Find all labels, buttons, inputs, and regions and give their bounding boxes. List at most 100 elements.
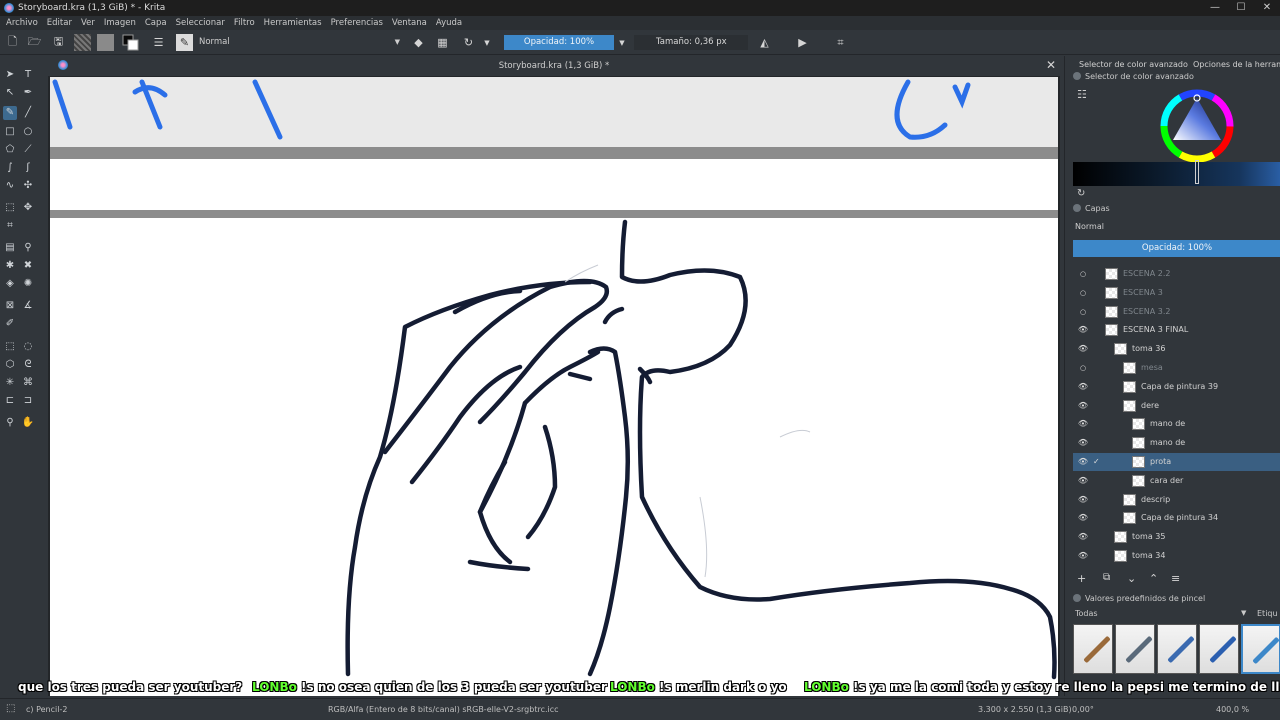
mirror-horizontal-icon[interactable]: ◭ bbox=[756, 34, 773, 51]
layers-opacity-slider[interactable]: Opacidad: 100% bbox=[1073, 240, 1280, 257]
select-shapes-icon[interactable]: ➤ bbox=[3, 68, 17, 82]
visibility-eye-icon[interactable]: 👁 bbox=[1077, 528, 1089, 546]
menu-ayuda[interactable]: Ayuda bbox=[436, 18, 462, 28]
menu-herramientas[interactable]: Herramientas bbox=[264, 18, 322, 28]
chevron-down-icon[interactable]: ▼ bbox=[482, 34, 492, 51]
layer-row[interactable]: 👁 toma 36 bbox=[1073, 340, 1280, 358]
brush-preset-icon[interactable]: ✎ bbox=[176, 34, 193, 51]
zoom-tool-icon[interactable]: ⚲ bbox=[3, 416, 17, 430]
move-tool-icon[interactable]: ✥ bbox=[21, 201, 35, 215]
menu-seleccionar[interactable]: Seleccionar bbox=[176, 18, 225, 28]
fg-bg-color-icon[interactable] bbox=[122, 34, 139, 51]
tab-tool-options[interactable]: Opciones de la herramienta bbox=[1193, 58, 1280, 72]
brush-preset[interactable] bbox=[1157, 624, 1197, 674]
layer-row[interactable]: ○ mesa bbox=[1073, 359, 1280, 377]
visibility-eye-icon[interactable]: 👁 bbox=[1077, 340, 1089, 358]
polygon-select-icon[interactable]: ⬡ bbox=[3, 358, 17, 372]
brush-filter-select[interactable]: Todas bbox=[1075, 609, 1098, 618]
line-tool-icon[interactable]: ╱ bbox=[21, 106, 35, 120]
color-wheel[interactable] bbox=[1157, 86, 1237, 166]
layer-row[interactable]: 👁 toma 34 bbox=[1073, 547, 1280, 565]
edit-shapes-icon[interactable]: ↖ bbox=[3, 86, 17, 100]
visibility-eye-icon[interactable]: 👁 bbox=[1077, 397, 1089, 415]
brush-preset-selected[interactable] bbox=[1241, 624, 1280, 674]
menu-filtro[interactable]: Filtro bbox=[234, 18, 255, 28]
visibility-eye-icon[interactable]: 👁 bbox=[1077, 415, 1089, 433]
visibility-eye-icon[interactable]: 👁 bbox=[1077, 434, 1089, 452]
hidden-layer-icon[interactable]: ○ bbox=[1077, 284, 1089, 302]
brush-preset[interactable] bbox=[1115, 624, 1155, 674]
eraser-icon[interactable]: ◆ bbox=[410, 34, 427, 51]
hidden-layer-icon[interactable]: ○ bbox=[1077, 265, 1089, 283]
fill-tool-icon[interactable]: ◈ bbox=[3, 277, 17, 291]
layer-row[interactable]: 👁 mano de bbox=[1073, 415, 1280, 433]
blend-mode-select[interactable]: Normal ▼ bbox=[196, 35, 404, 50]
menu-imagen[interactable]: Imagen bbox=[104, 18, 136, 28]
similar-select-icon[interactable]: ⌘ bbox=[21, 376, 35, 390]
menu-ver[interactable]: Ver bbox=[81, 18, 95, 28]
open-folder-icon[interactable]: 🗁 bbox=[26, 34, 43, 51]
layer-row[interactable]: 👁 toma 35 bbox=[1073, 528, 1280, 546]
reload-preset-icon[interactable]: ↻ bbox=[460, 34, 477, 51]
move-layer-up-button[interactable]: ⌃ bbox=[1149, 572, 1158, 585]
status-zoom[interactable]: 400,0 % bbox=[1216, 705, 1249, 714]
menu-archivo[interactable]: Archivo bbox=[6, 18, 38, 28]
mirror-vertical-icon[interactable]: ▶ bbox=[794, 34, 811, 51]
measure-tool-icon[interactable]: ∡ bbox=[21, 299, 35, 313]
dynamic-brush-icon[interactable]: ∿ bbox=[3, 179, 17, 193]
document-tab[interactable]: Storyboard.kra (1,3 GiB) * ✕ bbox=[48, 56, 1060, 76]
pattern-edit-icon[interactable]: ✺ bbox=[21, 277, 35, 291]
reference-images-icon[interactable]: ✐ bbox=[3, 317, 17, 331]
rectangle-tool-icon[interactable]: □ bbox=[3, 125, 17, 139]
visibility-eye-icon[interactable]: 👁 bbox=[1077, 509, 1089, 527]
polygon-tool-icon[interactable]: ⬠ bbox=[3, 143, 17, 157]
text-tool-icon[interactable]: T bbox=[21, 68, 35, 82]
new-document-icon[interactable]: 🗋 bbox=[4, 34, 21, 51]
menu-ventana[interactable]: Ventana bbox=[392, 18, 427, 28]
brush-settings-icon[interactable]: ☰ bbox=[150, 34, 167, 51]
layer-row[interactable]: ○ ESCENA 3.2 bbox=[1073, 303, 1280, 321]
brush-preset[interactable] bbox=[1199, 624, 1239, 674]
layers-blend-mode[interactable]: Normal bbox=[1075, 222, 1104, 231]
bezier-tool-icon[interactable]: ∫ bbox=[3, 161, 17, 175]
tab-advanced-color-selector[interactable]: Selector de color avanzado bbox=[1079, 58, 1188, 72]
freehand-brush-icon[interactable]: ✎ bbox=[3, 106, 17, 120]
color-gradient-strip[interactable] bbox=[1073, 162, 1280, 186]
opacity-slider[interactable]: Opacidad: 100% bbox=[504, 35, 614, 50]
close-window-button[interactable]: ✕ bbox=[1254, 0, 1280, 16]
status-color-space[interactable]: RGB/Alfa (Entero de 8 bits/canal) sRGB-e… bbox=[328, 705, 559, 714]
add-layer-button[interactable]: + bbox=[1077, 572, 1086, 585]
layer-row[interactable]: 👁 Capa de pintura 34 bbox=[1073, 509, 1280, 527]
close-document-icon[interactable]: ✕ bbox=[1046, 58, 1056, 72]
menu-capa[interactable]: Capa bbox=[145, 18, 167, 28]
wrap-around-icon[interactable]: ⌗ bbox=[832, 34, 849, 51]
maximize-button[interactable]: ☐ bbox=[1228, 0, 1254, 16]
refresh-icon[interactable]: ↻ bbox=[1077, 188, 1085, 199]
layer-properties-button[interactable]: ≡ bbox=[1171, 572, 1180, 585]
assistant-tool-icon[interactable]: ⊠ bbox=[3, 299, 17, 313]
float-docker-icon[interactable] bbox=[1073, 594, 1081, 602]
brush-tag-select[interactable]: Etiqu bbox=[1257, 609, 1280, 618]
color-picker-icon[interactable]: ⚲ bbox=[21, 241, 35, 255]
rect-select-icon[interactable]: ⬚ bbox=[3, 340, 17, 354]
ellipse-tool-icon[interactable]: ○ bbox=[21, 125, 35, 139]
layer-row[interactable]: 👁 Capa de pintura 39 bbox=[1073, 378, 1280, 396]
freehand-select-icon[interactable]: ᘓ bbox=[21, 358, 35, 372]
visibility-eye-icon[interactable]: 👁 bbox=[1077, 491, 1089, 509]
pattern-swatch-icon[interactable] bbox=[97, 34, 114, 51]
smart-patch-icon[interactable]: ✖ bbox=[21, 259, 35, 273]
drawing-canvas[interactable] bbox=[50, 77, 1058, 696]
layer-row[interactable]: 👁 cara der bbox=[1073, 472, 1280, 490]
move-layer-down-button[interactable]: ⌄ bbox=[1127, 572, 1136, 585]
layer-row[interactable]: 👁 mano de bbox=[1073, 434, 1280, 452]
color-settings-icon[interactable]: ☷ bbox=[1077, 88, 1087, 101]
hidden-layer-icon[interactable]: ○ bbox=[1077, 359, 1089, 377]
pan-tool-icon[interactable]: ✋ bbox=[21, 416, 35, 430]
polyline-tool-icon[interactable]: ⟋ bbox=[21, 143, 35, 157]
layer-row[interactable]: 👁 ESCENA 3 FINAL bbox=[1073, 321, 1280, 339]
visibility-eye-icon[interactable]: 👁 bbox=[1077, 547, 1089, 565]
contiguous-select-icon[interactable]: ✳ bbox=[3, 376, 17, 390]
transform-tool-icon[interactable]: ⬚ bbox=[3, 201, 17, 215]
visibility-eye-icon[interactable]: 👁 bbox=[1077, 378, 1089, 396]
multibrush-icon[interactable]: ✣ bbox=[21, 179, 35, 193]
